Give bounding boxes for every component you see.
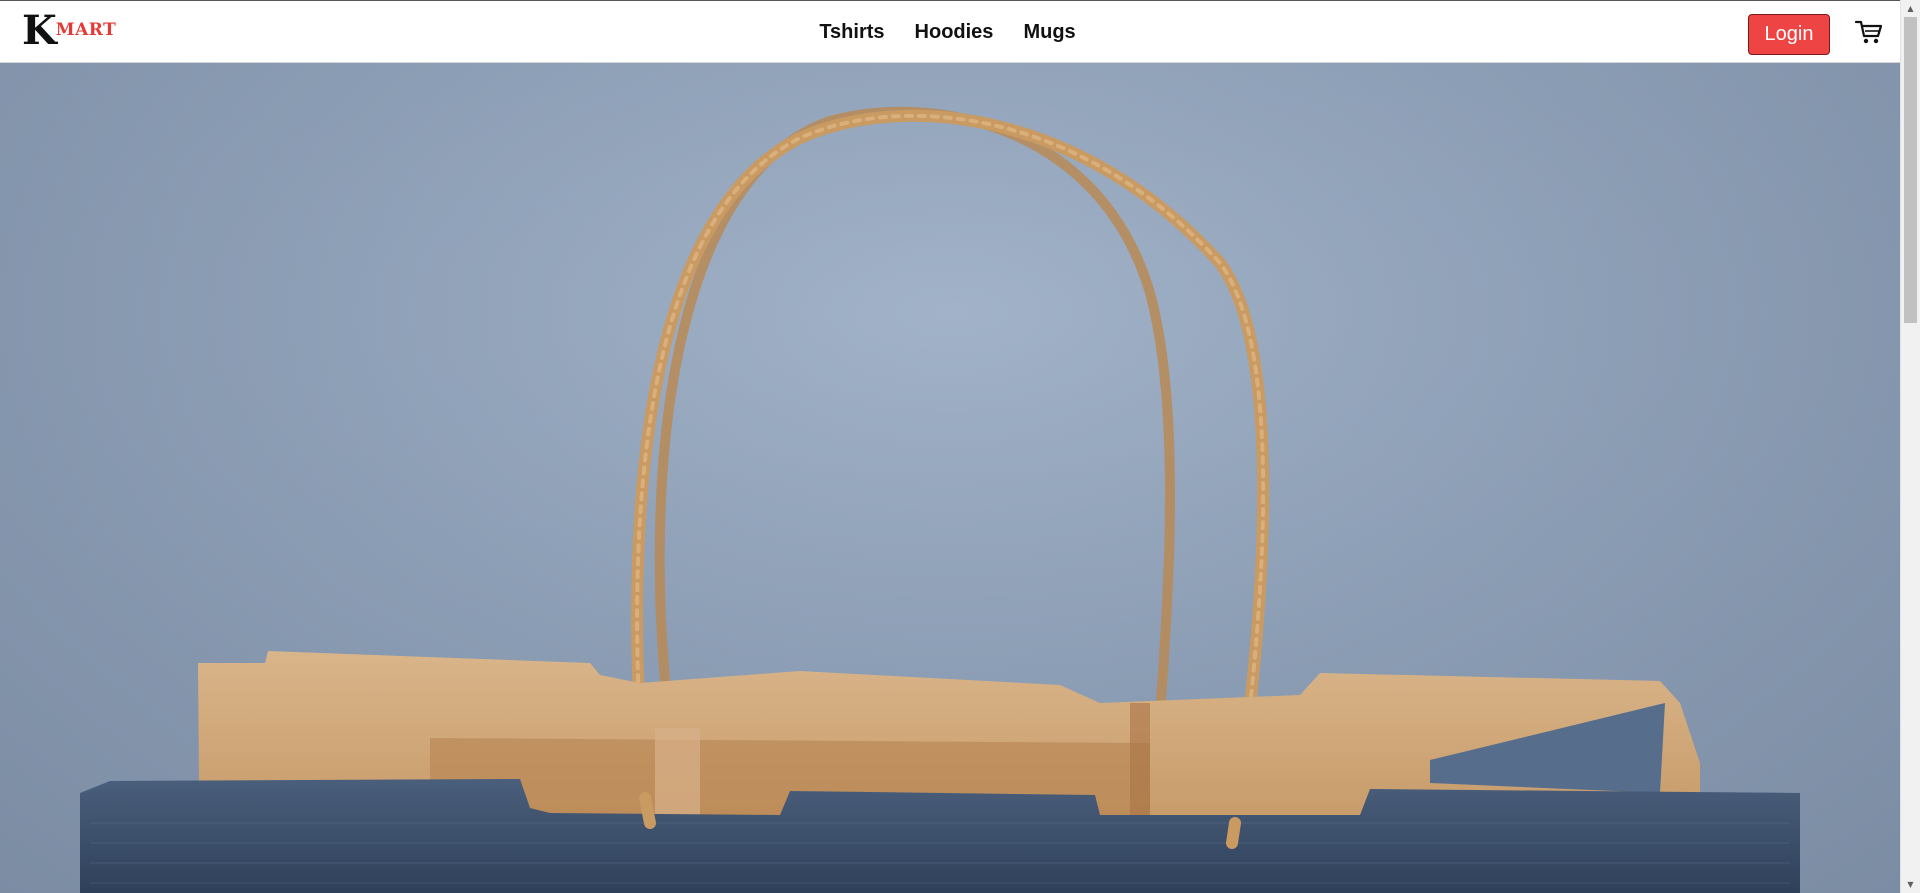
vertical-scrollbar[interactable]: ▲ ▼ xyxy=(1900,0,1920,893)
scroll-thumb[interactable] xyxy=(1904,17,1917,323)
top-navbar: K MART Tshirts Hoodies Mugs Login xyxy=(0,0,1900,63)
logo-wordmark: MART xyxy=(55,20,117,40)
nav-link-mugs[interactable]: Mugs xyxy=(1023,21,1075,44)
login-button[interactable]: Login xyxy=(1748,14,1830,55)
nav-link-hoodies[interactable]: Hoodies xyxy=(915,21,994,44)
kmart-logo[interactable]: K MART xyxy=(22,7,117,54)
shopping-bag-illustration xyxy=(0,63,1900,893)
logo-initial: K xyxy=(22,7,57,54)
hero-banner xyxy=(0,63,1900,893)
main-nav: Tshirts Hoodies Mugs xyxy=(0,1,1900,64)
scroll-up-arrow-icon[interactable]: ▲ xyxy=(1901,0,1920,17)
nav-link-tshirts[interactable]: Tshirts xyxy=(819,21,884,44)
shopping-cart-icon[interactable] xyxy=(1854,17,1884,47)
scroll-down-arrow-icon[interactable]: ▼ xyxy=(1901,876,1920,893)
page-viewport: K MART Tshirts Hoodies Mugs Login xyxy=(0,0,1900,893)
